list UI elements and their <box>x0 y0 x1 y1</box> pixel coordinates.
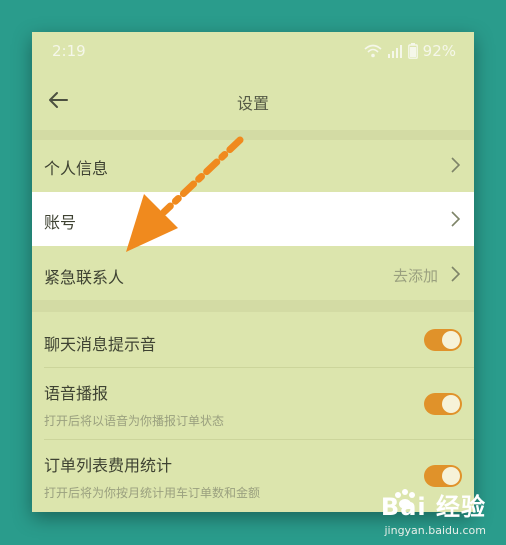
wifi-icon <box>364 44 382 58</box>
settings-row-profile[interactable]: 个人信息 <box>32 140 474 190</box>
orange-arrow-annotation <box>126 136 244 252</box>
toggle-knob <box>442 331 460 349</box>
row-label: 聊天消息提示音 <box>44 335 157 354</box>
page-title: 设置 <box>236 94 269 113</box>
row-subtitle: 打开后将为你按月统计用车订单数和金额 <box>44 486 261 500</box>
settings-row-voice-broadcast: 语音播报 打开后将以语音为你播报订单状态 <box>32 368 474 440</box>
phone-screen: 2:19 92% 设置 个人信息 账号 紧急联系人 去添加 聊天消息提示音 语音… <box>32 32 474 512</box>
battery-icon <box>407 43 418 59</box>
watermark-url: jingyan.baidu.com <box>384 524 486 537</box>
toggle-knob <box>442 467 460 485</box>
row-label: 语音播报 <box>44 384 109 403</box>
settings-row-account[interactable]: 账号 <box>32 192 474 246</box>
toggle-knob <box>442 395 460 413</box>
section-gap <box>32 130 474 140</box>
row-label: 订单列表费用统计 <box>44 456 173 475</box>
baidu-watermark: Bai 经验 jingyan.baidu.com <box>336 485 486 537</box>
status-bar: 2:19 92% <box>32 32 474 70</box>
signal-icon <box>387 45 402 58</box>
order-stats-toggle[interactable] <box>424 465 462 487</box>
status-time: 2:19 <box>52 42 86 60</box>
chat-sound-toggle[interactable] <box>424 329 462 351</box>
battery-percent: 92% <box>422 42 456 60</box>
chevron-right-icon <box>448 264 462 284</box>
row-label: 个人信息 <box>44 159 109 178</box>
chevron-right-icon <box>448 209 462 229</box>
row-hint: 去添加 <box>392 267 438 285</box>
row-subtitle: 打开后将以语音为你播报订单状态 <box>44 414 225 428</box>
status-icons: 92% <box>364 42 456 60</box>
voice-broadcast-toggle[interactable] <box>424 393 462 415</box>
top-app-bar: 设置 <box>32 70 474 130</box>
chevron-right-icon <box>448 155 462 175</box>
watermark-brand: Bai 经验 <box>380 493 486 521</box>
section-gap <box>32 300 474 312</box>
settings-row-emergency-contact[interactable]: 紧急联系人 去添加 <box>32 248 474 300</box>
row-label: 紧急联系人 <box>44 268 125 287</box>
row-label: 账号 <box>44 213 77 232</box>
settings-row-chat-sound: 聊天消息提示音 <box>32 312 474 368</box>
